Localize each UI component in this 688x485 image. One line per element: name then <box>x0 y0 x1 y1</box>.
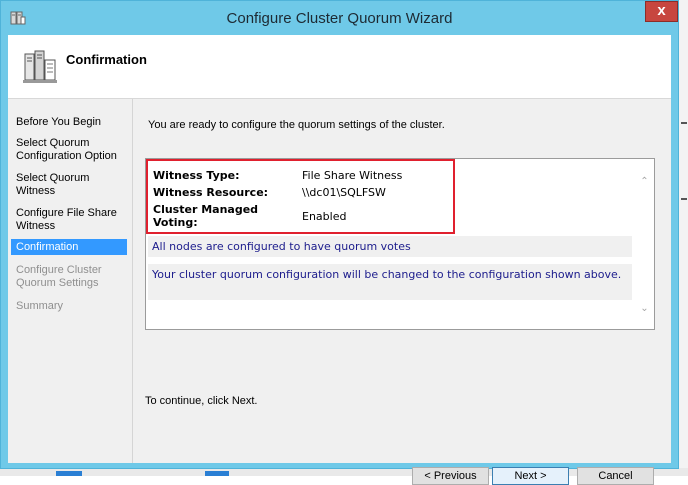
report-scrollbar[interactable]: ⌃ ⌄ <box>636 160 653 328</box>
wizard-client-area: Confirmation Before You Begin Select Quo… <box>8 35 671 485</box>
nav-step-select-quorum-configuration[interactable]: Select Quorum Configuration Option <box>16 137 126 163</box>
scroll-up-icon[interactable]: ⌃ <box>639 176 650 187</box>
scroll-down-icon[interactable]: ⌄ <box>639 303 650 314</box>
quorum-settings-summary: Witness Type: File Share Witness Witness… <box>146 159 455 234</box>
witness-type-value: File Share Witness <box>302 169 403 182</box>
background-mark <box>681 122 687 124</box>
nav-step-configure-cluster-quorum-settings: Configure Cluster Quorum Settings <box>16 264 102 289</box>
close-button[interactable]: x <box>645 1 678 22</box>
cancel-button[interactable]: Cancel <box>577 467 654 485</box>
confirmation-report[interactable]: Witness Type: File Share Witness Witness… <box>145 158 655 330</box>
cluster-managed-voting-label: Cluster Managed Voting: <box>153 203 259 229</box>
close-icon: x <box>657 2 666 19</box>
info-text-quorum-votes: All nodes are configured to have quorum … <box>152 240 411 253</box>
info-row-configuration-change: Your cluster quorum configuration will b… <box>148 264 632 300</box>
nav-step-summary: Summary <box>16 300 64 312</box>
info-row-quorum-votes: All nodes are configured to have quorum … <box>148 236 632 257</box>
cluster-managed-voting-value: Enabled <box>302 210 347 223</box>
previous-button[interactable]: < Previous <box>412 467 489 485</box>
nav-step-select-quorum-witness[interactable]: Select Quorum Witness <box>16 172 126 198</box>
nav-step-configure-file-share-witness[interactable]: Configure File Share Witness <box>16 207 126 233</box>
next-button[interactable]: Next > <box>492 467 569 485</box>
witness-type-label: Witness Type: <box>153 169 240 182</box>
nav-step-confirmation[interactable]: Confirmation <box>11 239 127 255</box>
taskbar-item <box>56 471 82 476</box>
title-bar[interactable]: Configure Cluster Quorum Wizard x <box>1 1 678 34</box>
intro-text: You are ready to configure the quorum se… <box>148 119 445 131</box>
continue-instruction: To continue, click Next. <box>145 395 258 407</box>
window-title: Configure Cluster Quorum Wizard <box>226 10 453 27</box>
witness-resource-value: \\dc01\SQLFSW <box>302 186 386 199</box>
wizard-steps-nav: Before You Begin Select Quorum Configura… <box>8 99 132 463</box>
background-window-edge <box>679 0 688 476</box>
taskbar-item <box>205 471 229 476</box>
wizard-window: Configure Cluster Quorum Wizard x Confir… <box>0 0 679 485</box>
wizard-header: Confirmation <box>8 35 671 99</box>
page-title: Confirmation <box>66 52 147 67</box>
cluster-servers-icon <box>23 50 57 83</box>
wizard-content: You are ready to configure the quorum se… <box>133 99 671 485</box>
nav-step-before-you-begin[interactable]: Before You Begin <box>16 116 126 129</box>
witness-resource-label: Witness Resource: <box>153 186 269 199</box>
background-mark <box>681 198 687 200</box>
info-text-configuration-change: Your cluster quorum configuration will b… <box>152 268 622 281</box>
